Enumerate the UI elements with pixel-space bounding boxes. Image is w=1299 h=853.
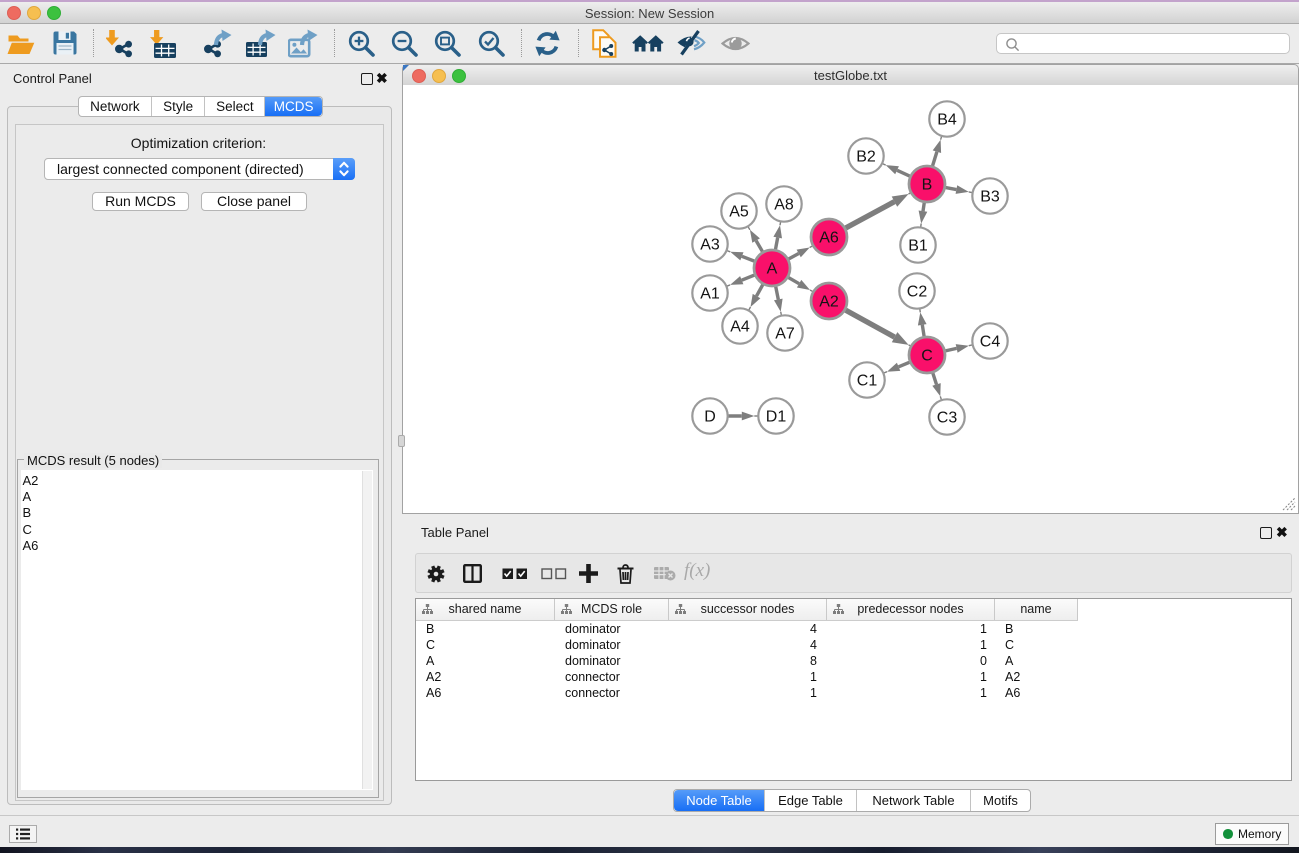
svg-text:A: A (767, 261, 778, 278)
svg-text:B1: B1 (908, 238, 928, 255)
svg-text:A1: A1 (700, 286, 720, 303)
svg-text:A5: A5 (729, 204, 749, 221)
svg-text:B: B (922, 177, 933, 194)
svg-text:A8: A8 (774, 197, 794, 214)
svg-text:B4: B4 (937, 112, 957, 129)
svg-text:D1: D1 (766, 409, 787, 426)
svg-text:C: C (921, 348, 933, 365)
svg-text:C1: C1 (857, 373, 878, 390)
svg-text:A6: A6 (819, 230, 839, 247)
svg-text:C4: C4 (980, 334, 1001, 351)
svg-text:B3: B3 (980, 189, 1000, 206)
svg-text:C3: C3 (937, 410, 958, 427)
svg-text:B2: B2 (856, 149, 876, 166)
svg-text:A2: A2 (819, 294, 839, 311)
svg-text:D: D (704, 409, 716, 426)
svg-text:A4: A4 (730, 319, 750, 336)
svg-text:C2: C2 (907, 284, 928, 301)
svg-text:A7: A7 (775, 326, 795, 343)
svg-text:A3: A3 (700, 237, 720, 254)
